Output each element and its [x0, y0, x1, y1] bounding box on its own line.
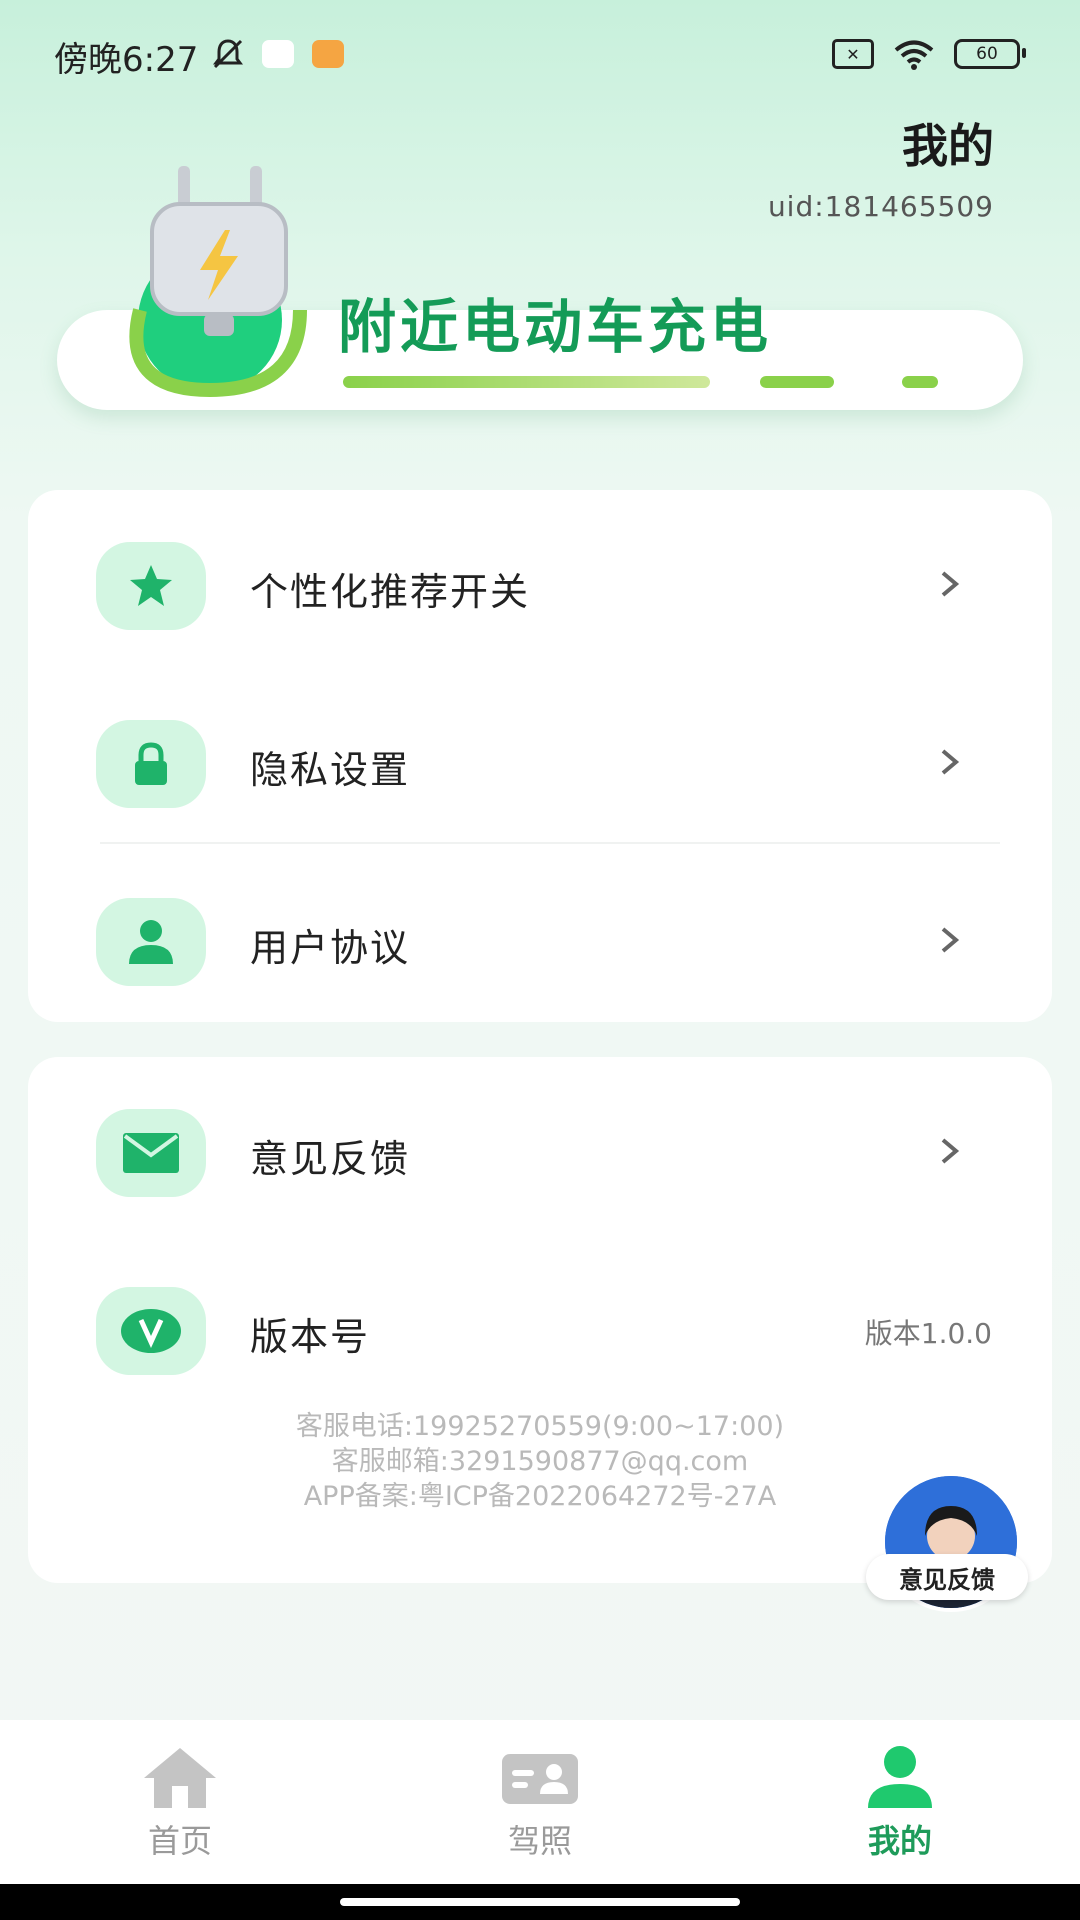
nav-tab-home[interactable]: 首页 [80, 1744, 280, 1874]
menu-item-user-agreement[interactable]: 用户协议 [28, 891, 1052, 991]
feedback-float-label: 意见反馈 [866, 1554, 1028, 1600]
user-icon [96, 898, 206, 986]
banner-decor-bar [343, 376, 710, 388]
chevron-right-icon [941, 571, 960, 597]
chevron-right-icon [941, 927, 960, 953]
settings-card: 个性化推荐开关 隐私设置 用户协议 [28, 490, 1052, 1022]
notification-app-icon [312, 40, 344, 68]
menu-item-label: 版本号 [250, 1315, 371, 1359]
nav-label: 驾照 [507, 1822, 572, 1860]
menu-item-label: 个性化推荐开关 [250, 570, 531, 614]
menu-item-feedback[interactable]: 意见反馈 [28, 1102, 1052, 1202]
banner-decor-bar [902, 376, 938, 388]
star-icon [96, 542, 206, 630]
nav-label: 首页 [147, 1822, 212, 1860]
feedback-float-button[interactable]: 意见反馈 [866, 1472, 1028, 1612]
banner-decor-bar [760, 376, 834, 388]
sim-off-icon: ✕ [832, 39, 874, 69]
banner-title: 附近电动车充电 [338, 293, 773, 361]
chevron-right-icon [941, 1138, 960, 1164]
profile-icon [868, 1746, 932, 1808]
status-bar: 傍晚6:27 ✕ 60 [0, 0, 1080, 110]
menu-item-privacy-settings[interactable]: 隐私设置 [28, 713, 1052, 813]
chevron-right-icon [941, 749, 960, 775]
nav-tab-profile[interactable]: 我的 [800, 1744, 1000, 1874]
menu-item-label: 隐私设置 [250, 748, 411, 792]
version-icon [96, 1287, 206, 1375]
divider [100, 842, 1000, 844]
service-phone: 客服电话:19925270559(9:00~17:00) [295, 1411, 785, 1442]
user-uid: uid:181465509 [767, 190, 994, 223]
license-icon [502, 1754, 578, 1804]
lock-icon [96, 720, 206, 808]
battery-icon: 60 [954, 39, 1026, 69]
nav-tab-license[interactable]: 驾照 [440, 1744, 640, 1874]
status-time: 傍晚6:27 [54, 40, 199, 80]
home-icon [144, 1748, 216, 1808]
mail-icon [96, 1109, 206, 1197]
notification-app-icon [262, 40, 294, 68]
menu-item-version: 版本号 版本1.0.0 [28, 1280, 1052, 1380]
home-indicator[interactable] [340, 1898, 740, 1906]
bottom-navigation: 首页 驾照 我的 [0, 1720, 1080, 1884]
version-value: 版本1.0.0 [864, 1317, 992, 1350]
wifi-icon [894, 40, 934, 70]
menu-item-label: 意见反馈 [250, 1137, 411, 1181]
menu-item-label: 用户协议 [250, 926, 411, 970]
charging-plug-icon [129, 166, 307, 398]
page-title: 我的 [902, 119, 994, 173]
bell-muted-icon [213, 39, 243, 69]
menu-item-personalized-recommend[interactable]: 个性化推荐开关 [28, 535, 1052, 635]
nav-label: 我的 [867, 1822, 932, 1860]
